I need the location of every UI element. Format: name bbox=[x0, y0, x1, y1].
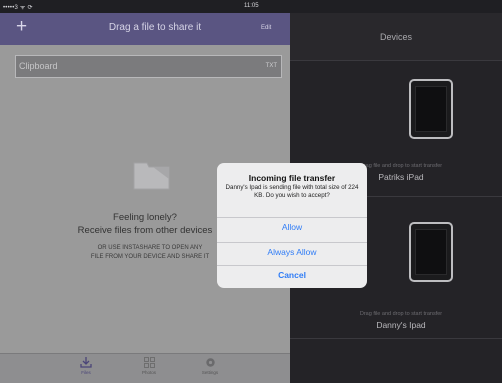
device-hint: Drag file and drop to start transfer bbox=[359, 311, 443, 317]
ipad-icon[interactable] bbox=[409, 222, 453, 282]
edit-button[interactable]: Edit bbox=[261, 25, 271, 31]
ipad-screen bbox=[415, 86, 447, 132]
divider bbox=[290, 338, 502, 339]
device-name[interactable]: Danny's Ipad bbox=[300, 320, 502, 330]
dialog-message: Danny's Ipad is sending file with total … bbox=[225, 184, 359, 199]
clipboard-type-badge: TXT bbox=[265, 63, 277, 69]
always-allow-button[interactable]: Always Allow bbox=[217, 242, 367, 262]
plus-icon[interactable]: + bbox=[16, 16, 27, 38]
download-icon bbox=[80, 357, 92, 368]
status-bar: •••••3 ᯤ ⟳ 11:05 bbox=[0, 0, 502, 13]
tab-bar: Files Photos Settings bbox=[0, 353, 290, 383]
clipboard-item[interactable]: Clipboard TXT bbox=[15, 55, 282, 78]
status-time: 11:05 bbox=[244, 3, 259, 9]
incoming-transfer-dialog: Incoming file transfer Danny's Ipad is s… bbox=[217, 163, 367, 288]
empty-folder-icon bbox=[133, 162, 170, 190]
gear-icon bbox=[205, 358, 215, 367]
tab-settings[interactable]: Settings bbox=[190, 357, 230, 375]
tab-photos[interactable]: Photos bbox=[129, 357, 169, 375]
divider bbox=[290, 60, 502, 61]
header-title: Drag a file to share it bbox=[108, 22, 202, 33]
tab-settings-label: Settings bbox=[201, 370, 219, 375]
grid-icon bbox=[143, 357, 155, 368]
dialog-title: Incoming file transfer bbox=[248, 173, 336, 183]
cancel-button[interactable]: Cancel bbox=[217, 265, 367, 285]
tab-files-label: Files bbox=[81, 370, 91, 375]
allow-button[interactable]: Allow bbox=[217, 217, 367, 237]
signal-status: •••••3 ᯤ ⟳ bbox=[3, 5, 33, 11]
clipboard-label: Clipboard bbox=[19, 61, 58, 71]
files-header: + Drag a file to share it Edit bbox=[0, 13, 290, 45]
tab-files[interactable]: Files bbox=[66, 357, 106, 375]
devices-title: Devices bbox=[379, 32, 412, 42]
ipad-icon[interactable] bbox=[409, 79, 453, 139]
tab-photos-label: Photos bbox=[141, 370, 156, 375]
ipad-screen bbox=[415, 229, 447, 275]
